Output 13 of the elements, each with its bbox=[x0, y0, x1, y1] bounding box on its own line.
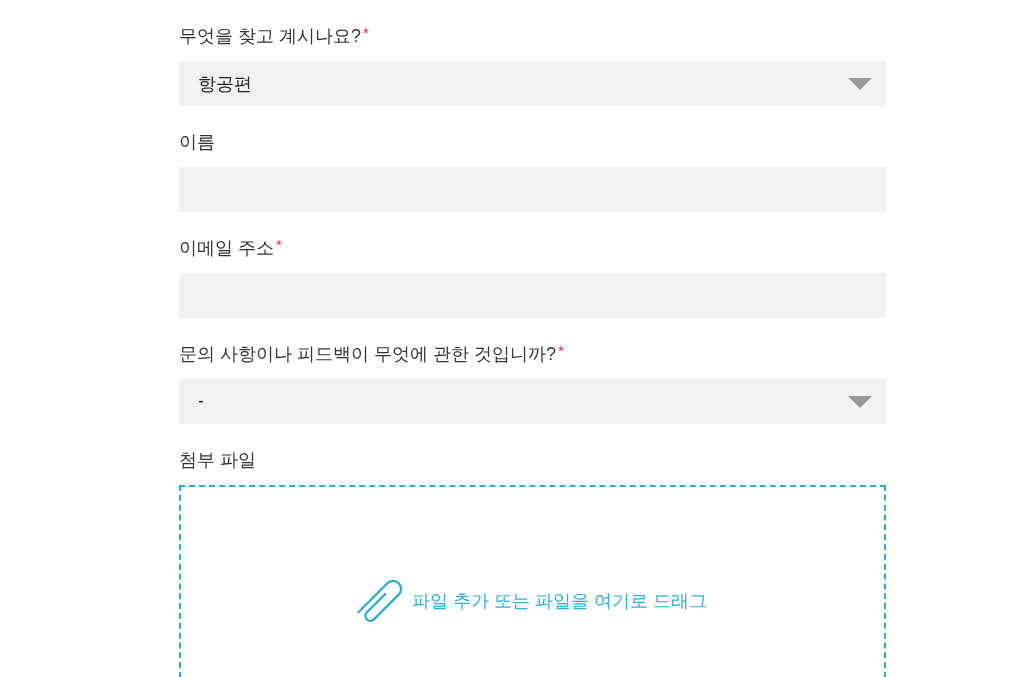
dropdown-select[interactable]: - bbox=[179, 379, 886, 424]
field-label: 첨부 파일 bbox=[179, 449, 256, 472]
caret-down-icon bbox=[848, 77, 872, 90]
required-mark: * bbox=[558, 342, 564, 360]
field-label: 이름 bbox=[179, 131, 215, 154]
dropdown-select[interactable]: 항공편 bbox=[179, 61, 886, 106]
field-label: 이메일 주소 bbox=[179, 237, 274, 260]
required-mark: * bbox=[363, 24, 369, 42]
field-label: 문의 사항이나 피드백이 무엇에 관한 것입니까? bbox=[179, 343, 556, 366]
paperclip-icon bbox=[357, 580, 403, 622]
caret-down-icon bbox=[848, 395, 872, 408]
field-label: 무엇을 찾고 계시나요? bbox=[179, 25, 361, 48]
required-mark: * bbox=[276, 236, 282, 254]
